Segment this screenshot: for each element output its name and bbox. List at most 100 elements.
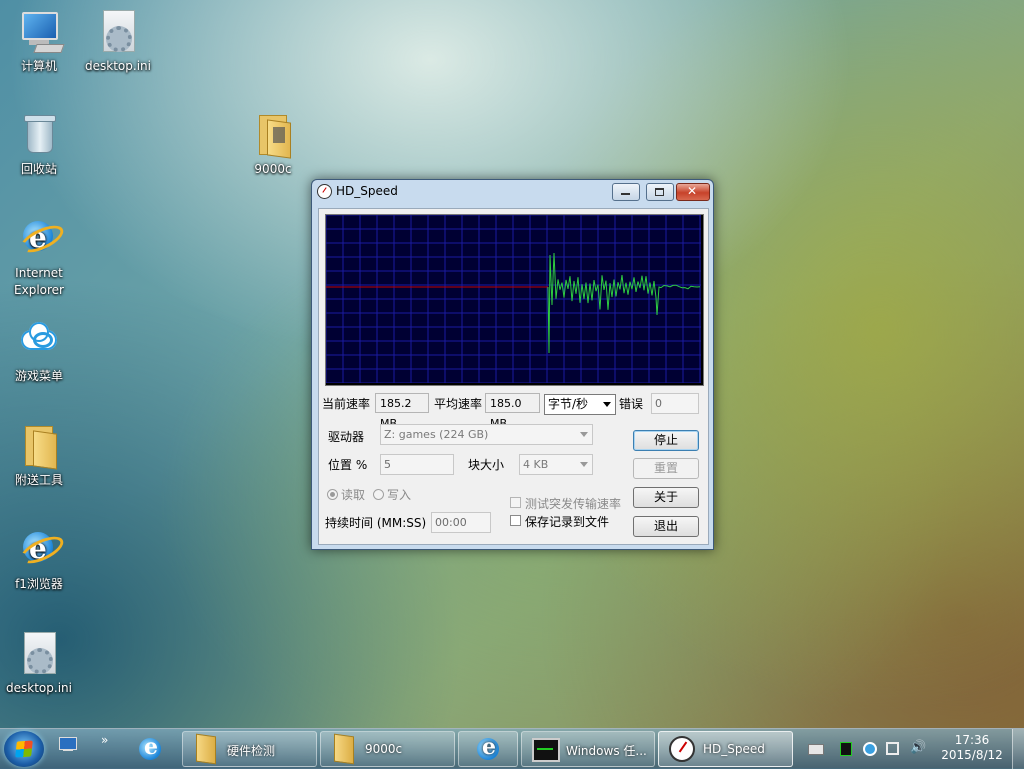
taskbar: » 硬件检测 9000c Windows 任... HD_Speed 🔊 17:… bbox=[0, 728, 1024, 769]
unit-select[interactable]: 字节/秒 bbox=[544, 394, 616, 415]
hd-speed-app-icon bbox=[317, 184, 332, 199]
duration-label: 持续时间 (MM:SS) bbox=[325, 516, 427, 530]
desktop-icon-f1-browser[interactable]: e f1浏览器 bbox=[0, 526, 81, 593]
exit-button[interactable]: 退出 bbox=[633, 516, 699, 537]
desktop-icon-tools[interactable]: 附送工具 bbox=[0, 422, 81, 489]
keyboard-icon[interactable] bbox=[808, 744, 824, 755]
taskbar-item-9000c[interactable]: 9000c bbox=[320, 731, 455, 767]
desktop-icon-internet-explorer[interactable]: e Internet Explorer bbox=[0, 215, 81, 299]
save-log-checkbox[interactable] bbox=[510, 515, 521, 526]
hd-speed-window: HD_Speed 当前速率 185.2 MB 平均速率 185.0 MB 字节/… bbox=[311, 179, 714, 550]
show-desktop-button[interactable] bbox=[1012, 729, 1024, 769]
write-radio[interactable] bbox=[373, 489, 384, 500]
cloud-icon bbox=[15, 318, 63, 366]
block-size-select[interactable]: 4 KB bbox=[519, 454, 593, 475]
window-client-area: 当前速率 185.2 MB 平均速率 185.0 MB 字节/秒 错误 0 驱动… bbox=[318, 208, 709, 545]
stop-button[interactable]: 停止 bbox=[633, 430, 699, 451]
desktop-icon-label: 计算机 bbox=[20, 59, 57, 73]
settings-file-icon bbox=[15, 630, 63, 678]
current-rate-value: 185.2 MB bbox=[375, 393, 429, 430]
taskbar-item-label: 9000c bbox=[365, 742, 403, 756]
network-icon[interactable] bbox=[886, 742, 899, 755]
speed-graph bbox=[325, 214, 704, 386]
start-button[interactable] bbox=[4, 731, 44, 767]
desktop-icon-label: f1浏览器 bbox=[15, 577, 63, 591]
desktop-icon-label: 回收站 bbox=[20, 162, 57, 176]
internet-explorer-icon bbox=[477, 734, 499, 760]
error-count-field: 0 bbox=[651, 393, 699, 414]
desktop-icon-game-menu[interactable]: 游戏菜单 bbox=[0, 318, 81, 385]
chevron-down-icon bbox=[603, 402, 611, 407]
taskbar-item-label: 硬件检测 bbox=[227, 744, 276, 758]
duration-input[interactable]: 00:00 bbox=[431, 512, 491, 533]
system-clock[interactable]: 17:36 2015/8/12 bbox=[936, 733, 1008, 763]
drive-label: 驱动器 bbox=[328, 430, 365, 444]
minimize-button[interactable] bbox=[612, 183, 640, 201]
folder-icon bbox=[15, 422, 63, 470]
task-manager-icon bbox=[532, 738, 560, 762]
chevron-down-icon bbox=[580, 462, 588, 467]
system-tray: 🔊 bbox=[800, 729, 936, 769]
taskbar-item-ie[interactable] bbox=[458, 731, 518, 767]
burst-rate-checkbox[interactable] bbox=[510, 497, 521, 508]
clock-date: 2015/8/12 bbox=[941, 748, 1003, 762]
volume-icon[interactable]: 🔊 bbox=[910, 740, 926, 755]
show-desktop-quicklaunch-icon[interactable] bbox=[59, 737, 77, 753]
error-label: 错误 bbox=[619, 397, 644, 411]
about-button[interactable]: 关于 bbox=[633, 487, 699, 508]
read-radio[interactable] bbox=[327, 489, 338, 500]
desktop-icon-desktop-ini[interactable]: desktop.ini bbox=[76, 8, 160, 75]
internet-explorer-icon[interactable] bbox=[139, 734, 161, 760]
chevron-down-icon bbox=[580, 432, 588, 437]
quicklaunch-overflow-icon[interactable]: » bbox=[101, 733, 108, 747]
recycle-bin-icon bbox=[15, 111, 63, 159]
taskbar-item-task-manager[interactable]: Windows 任... bbox=[521, 731, 655, 767]
save-log-label: 保存记录到文件 bbox=[525, 515, 610, 529]
settings-file-icon bbox=[94, 8, 142, 56]
taskbar-item-label: Windows 任... bbox=[566, 744, 647, 758]
speed-graph-canvas bbox=[325, 214, 701, 384]
windows-logo-icon bbox=[15, 740, 33, 758]
block-size-value: 4 KB bbox=[523, 458, 549, 471]
drive-select-value: Z: games (224 GB) bbox=[384, 428, 489, 441]
maximize-button[interactable] bbox=[646, 183, 674, 201]
cloud-sync-icon[interactable] bbox=[863, 742, 877, 756]
desktop-icon-label: 附送工具 bbox=[14, 473, 63, 487]
write-radio-label: 写入 bbox=[387, 488, 412, 502]
window-title: HD_Speed bbox=[336, 184, 398, 198]
block-size-label: 块大小 bbox=[468, 458, 505, 472]
desktop-icon-label: 9000c bbox=[254, 162, 292, 176]
reset-button[interactable]: 重置 bbox=[633, 458, 699, 479]
window-titlebar[interactable]: HD_Speed bbox=[312, 180, 713, 204]
network-monitor-icon[interactable] bbox=[840, 742, 852, 756]
desktop-icon-label: desktop.ini bbox=[6, 681, 72, 695]
position-label: 位置 % bbox=[328, 458, 368, 472]
taskbar-item-hd-speed[interactable]: HD_Speed bbox=[658, 731, 793, 767]
clock-time: 17:36 bbox=[954, 733, 990, 747]
desktop-icon-desktop-ini-2[interactable]: desktop.ini bbox=[0, 630, 81, 697]
desktop-icon-label: desktop.ini bbox=[85, 59, 151, 73]
desktop-icon-label: 游戏菜单 bbox=[14, 369, 63, 383]
read-radio-label: 读取 bbox=[341, 488, 366, 502]
drive-select[interactable]: Z: games (224 GB) bbox=[380, 424, 593, 445]
position-input[interactable]: 5 bbox=[380, 454, 454, 475]
computer-icon bbox=[15, 8, 65, 56]
browser-icon: e bbox=[15, 526, 68, 574]
taskbar-item-label: HD_Speed bbox=[703, 742, 765, 756]
average-rate-value: 185.0 MB bbox=[485, 393, 540, 430]
internet-explorer-icon: e bbox=[15, 215, 68, 263]
folder-icon bbox=[196, 733, 216, 765]
folder-icon bbox=[249, 111, 297, 159]
desktop-icon-label: Internet Explorer bbox=[14, 266, 64, 297]
taskbar-item-hardware[interactable]: 硬件检测 bbox=[182, 731, 317, 767]
close-button[interactable] bbox=[676, 183, 710, 201]
current-rate-label: 当前速率 bbox=[322, 397, 371, 411]
unit-select-value: 字节/秒 bbox=[548, 397, 589, 411]
desktop-icon-recycle-bin[interactable]: 回收站 bbox=[0, 111, 81, 178]
hd-speed-icon bbox=[669, 736, 695, 762]
desktop-icon-computer[interactable]: 计算机 bbox=[0, 8, 81, 75]
desktop-icon-9000c[interactable]: 9000c bbox=[231, 111, 315, 178]
folder-icon bbox=[334, 733, 354, 765]
burst-rate-label: 测试突发传输速率 bbox=[525, 497, 622, 511]
average-rate-label: 平均速率 bbox=[434, 397, 483, 411]
